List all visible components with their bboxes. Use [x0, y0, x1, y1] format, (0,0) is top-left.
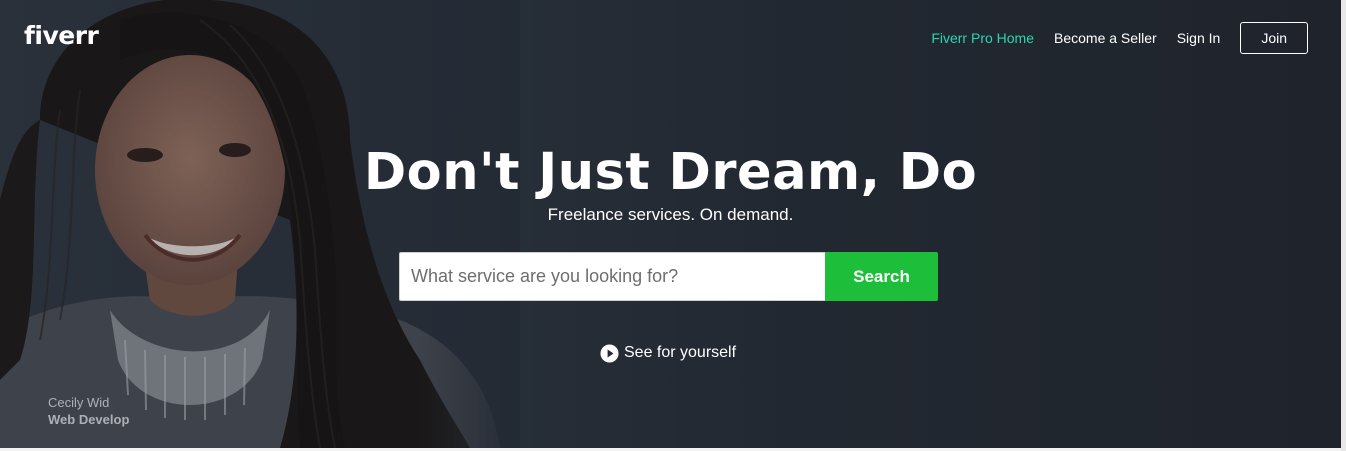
caption-name: Cecily Wid: [48, 395, 110, 410]
search-button[interactable]: Search: [825, 252, 938, 301]
fiverr-logo[interactable]: fiverr: [24, 20, 99, 52]
vertical-scrollbar[interactable]: [1341, 0, 1346, 451]
join-button[interactable]: Join: [1240, 22, 1308, 54]
search-form: Search: [399, 252, 938, 301]
nav-fiverr-pro-home-link[interactable]: Fiverr Pro Home: [921, 22, 1044, 54]
hero-headline: Don't Just Dream, Do: [363, 143, 978, 202]
search-input[interactable]: [399, 252, 825, 301]
see-for-yourself-link[interactable]: See for yourself: [600, 342, 736, 364]
see-for-yourself-label: See for yourself: [624, 344, 737, 361]
caption-role: Web Develop: [48, 412, 130, 427]
play-icon: [600, 343, 619, 363]
hero-banner: fiverr Fiverr Pro Home Become a Seller S…: [0, 0, 1341, 448]
hero-subheadline: Freelance services. On demand.: [547, 205, 794, 224]
nav-sign-in-link[interactable]: Sign In: [1167, 22, 1231, 54]
nav-become-seller-link[interactable]: Become a Seller: [1044, 22, 1167, 54]
top-nav: Fiverr Pro Home Become a Seller Sign In …: [921, 22, 1308, 54]
portrait-caption: Cecily Wid Web Develop: [48, 394, 129, 428]
